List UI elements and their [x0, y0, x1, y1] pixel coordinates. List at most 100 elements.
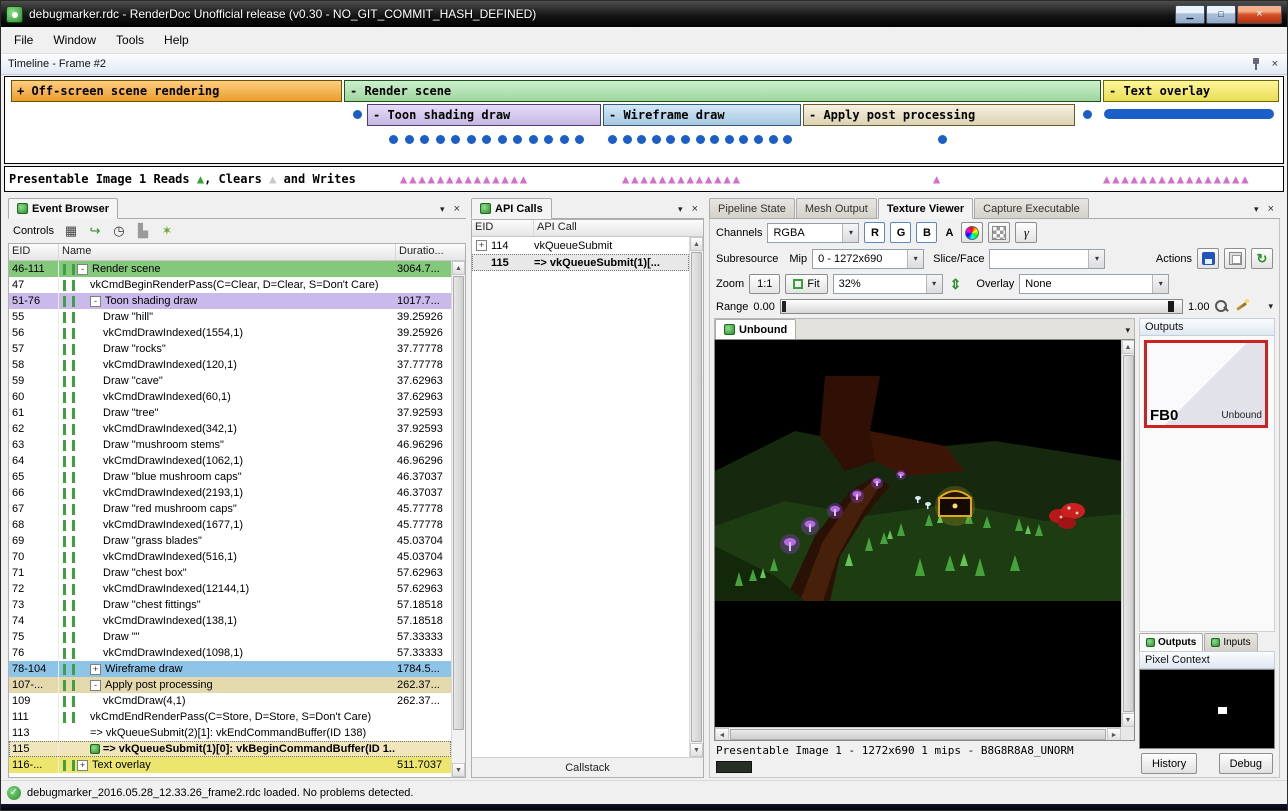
draw-marker-dot[interactable] [1083, 110, 1092, 119]
draw-marker-dot[interactable] [405, 135, 414, 144]
event-row[interactable]: 67Draw "red mushroom caps"45.77778 [9, 501, 451, 517]
scroll-down-icon[interactable]: ▼ [452, 763, 465, 777]
draw-marker-dot[interactable] [938, 135, 947, 144]
event-row[interactable]: 78-104+Wireframe draw1784.5... [9, 661, 451, 677]
texture-viewport[interactable]: ▲ ▼ ◄ ► [714, 339, 1135, 741]
event-row[interactable]: 71Draw "chest box"57.62963 [9, 565, 451, 581]
draw-marker-dot[interactable] [436, 135, 445, 144]
close-icon[interactable]: × [452, 203, 462, 215]
range-slider[interactable] [780, 299, 1183, 314]
event-row[interactable]: 51-76-Toon shading draw1017.7... [9, 293, 451, 309]
column-eid[interactable]: EID [9, 244, 59, 260]
event-row[interactable]: 68vkCmdDrawIndexed(1677,1)45.77778 [9, 517, 451, 533]
slice-face-select[interactable] [989, 249, 1105, 269]
maximize-button[interactable]: □ [1206, 5, 1236, 24]
save-texture-button[interactable] [1197, 248, 1219, 269]
api-call-row[interactable]: 115=> vkQueueSubmit(1)[... [472, 254, 689, 271]
close-button[interactable]: × [1237, 5, 1282, 24]
draw-marker-dot[interactable] [482, 135, 491, 144]
draw-marker-dot[interactable] [451, 135, 460, 144]
tab-mesh-output[interactable]: Mesh Output [796, 198, 877, 218]
column-duration[interactable]: Duratio... [396, 244, 465, 260]
jump-to-event-icon[interactable]: ↪ [86, 223, 104, 239]
tab-outputs[interactable]: Outputs [1139, 633, 1203, 651]
clock-icon[interactable]: ◷ [110, 223, 128, 239]
expand-toggle-icon[interactable]: + [90, 664, 101, 675]
pin-icon[interactable] [1250, 57, 1262, 71]
zoom-range-icon[interactable] [1214, 299, 1229, 314]
mip-select[interactable]: 0 - 1272x690 [812, 249, 924, 269]
open-texture-list-button[interactable] [1224, 248, 1246, 269]
draw-marker-dot[interactable] [754, 135, 763, 144]
draw-marker-dot[interactable] [608, 135, 617, 144]
event-row[interactable]: 59Draw "cave"37.62963 [9, 373, 451, 389]
zoom-1to1-button[interactable]: 1:1 [749, 274, 780, 294]
menu-item-window[interactable]: Window [43, 28, 106, 52]
gamma-button[interactable]: γ [1015, 222, 1037, 243]
api-call-row[interactable]: +114vkQueueSubmit [472, 237, 689, 254]
draw-marker-dot[interactable] [420, 135, 429, 144]
channel-g-toggle[interactable]: G [890, 222, 911, 243]
viewport-vertical-scrollbar[interactable]: ▲ ▼ [1121, 340, 1134, 727]
expand-toggle-icon[interactable]: - [77, 264, 88, 275]
draw-marker-dot[interactable] [513, 135, 522, 144]
column-eid[interactable]: EID [472, 220, 534, 236]
draw-marker-dot[interactable] [623, 135, 632, 144]
draw-marker-dot[interactable] [544, 135, 553, 144]
alpha-background-button[interactable] [988, 222, 1010, 243]
expand-toggle-icon[interactable]: + [476, 240, 487, 251]
fit-button[interactable]: Fit [785, 274, 827, 294]
stats-icon[interactable]: ▙ [134, 223, 152, 239]
event-row[interactable]: 116-...+Text overlay511.7037 [9, 757, 451, 773]
texture-list-dropdown-icon[interactable]: ▾ [1125, 325, 1130, 336]
event-row[interactable]: 47vkCmdBeginRenderPass(C=Clear, D=Clear,… [9, 277, 451, 293]
channel-b-toggle[interactable]: B [916, 222, 937, 243]
scroll-up-icon[interactable]: ▲ [452, 261, 465, 275]
timeline-track[interactable]: + Off-screen scene rendering- Render sce… [4, 76, 1284, 164]
draw-marker-dot[interactable] [769, 135, 778, 144]
range-options-icon[interactable]: ▾ [1268, 301, 1273, 312]
overlay-select[interactable]: None [1019, 274, 1169, 294]
draw-marker-dot[interactable] [666, 135, 675, 144]
draw-marker-dot[interactable] [575, 135, 584, 144]
scrollbar-thumb[interactable] [453, 276, 464, 730]
draw-marker-dot[interactable] [681, 135, 690, 144]
draw-marker-dot[interactable] [637, 135, 646, 144]
draw-marker-dot[interactable] [725, 135, 734, 144]
viewport-horizontal-scrollbar[interactable]: ◄ ► [715, 727, 1121, 740]
pixel-context-canvas[interactable] [1139, 669, 1275, 749]
tab-inputs[interactable]: Inputs [1204, 633, 1257, 651]
draw-marker-dot[interactable] [560, 135, 569, 144]
event-row[interactable]: 65Draw "blue mushroom caps"46.37037 [9, 469, 451, 485]
panel-menu-icon[interactable]: ▾ [440, 204, 445, 215]
tab-unbound-texture[interactable]: Unbound [715, 319, 796, 340]
goto-resource-button[interactable]: ↻ [1251, 248, 1273, 269]
event-row[interactable]: 109vkCmdDraw(4,1)262.37... [9, 693, 451, 709]
event-row[interactable]: 66vkCmdDrawIndexed(2193,1)46.37037 [9, 485, 451, 501]
callstack-section[interactable]: Callstack [472, 757, 703, 777]
api-calls-scrollbar[interactable]: ▲ ▼ [689, 237, 703, 757]
event-row[interactable]: 115=> vkQueueSubmit(1)[0]: vkBeginComman… [9, 741, 451, 757]
scrollbar-thumb[interactable] [691, 252, 702, 742]
draw-marker-dot[interactable] [498, 135, 507, 144]
timeline-section-bar[interactable]: - Text overlay [1103, 80, 1279, 102]
column-name[interactable]: Name [59, 244, 396, 260]
event-row[interactable]: 56vkCmdDrawIndexed(1554,1)39.25926 [9, 325, 451, 341]
zoom-select[interactable]: 32% [833, 274, 943, 294]
debug-button[interactable]: Debug [1219, 753, 1273, 774]
channel-r-toggle[interactable]: R [864, 222, 885, 243]
expand-toggle-icon[interactable]: + [77, 760, 88, 771]
panel-menu-icon[interactable]: ▾ [678, 204, 683, 215]
channels-select[interactable]: RGBA [767, 223, 859, 243]
tab-pipeline-state[interactable]: Pipeline State [709, 198, 795, 218]
close-icon[interactable]: × [1270, 58, 1280, 70]
event-row[interactable]: 113=> vkQueueSubmit(2)[1]: vkEndCommandB… [9, 725, 451, 741]
event-row[interactable]: 73Draw "chest fittings"57.18518 [9, 597, 451, 613]
black-point-handle[interactable] [782, 301, 786, 312]
tab-api-calls[interactable]: API Calls [471, 198, 552, 219]
menu-item-tools[interactable]: Tools [106, 28, 154, 52]
draw-marker-dot[interactable] [353, 110, 362, 119]
event-row[interactable]: 62vkCmdDrawIndexed(342,1)37.92593 [9, 421, 451, 437]
event-row[interactable]: 55Draw "hill"39.25926 [9, 309, 451, 325]
history-button[interactable]: History [1141, 753, 1197, 774]
